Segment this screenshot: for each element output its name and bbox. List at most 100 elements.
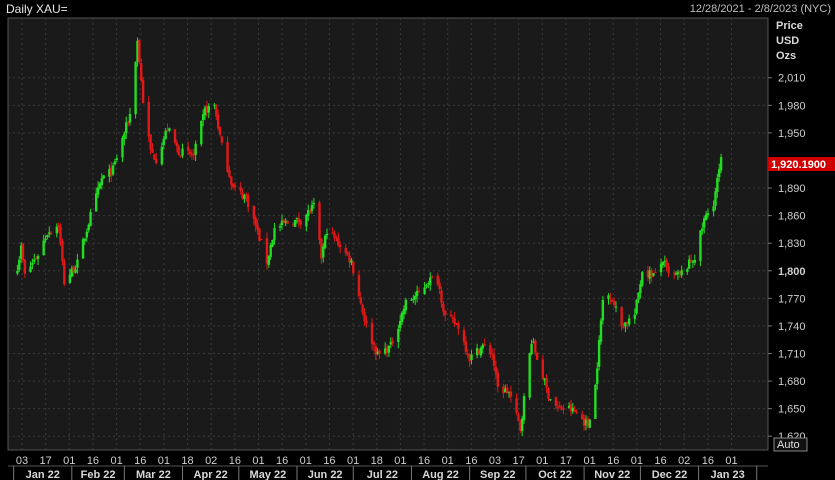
last-price-value: 1,920.1900	[771, 159, 826, 171]
candle-body	[661, 261, 665, 266]
candle-body	[333, 233, 336, 238]
candle-body	[534, 340, 537, 353]
candle-body	[164, 130, 167, 140]
candle-body	[286, 220, 289, 224]
y-tick-label: 1,710	[778, 348, 806, 360]
candle-body	[102, 175, 105, 179]
x-day-label: 01	[158, 455, 170, 467]
candle-body	[23, 259, 27, 274]
y-tick-label: 1,890	[778, 183, 806, 195]
candle-body	[562, 408, 565, 410]
candle-body	[496, 372, 499, 387]
candle-body	[181, 148, 184, 156]
x-day-label: 17	[513, 455, 525, 467]
auto-scale-button[interactable]: Auto	[773, 437, 808, 452]
candle-body	[61, 240, 64, 262]
candle-body	[100, 178, 104, 185]
candle-body	[21, 244, 25, 261]
candle-body	[494, 366, 498, 373]
candle-body	[654, 271, 657, 273]
candle-body	[175, 142, 179, 147]
candle-body	[151, 148, 154, 153]
x-month-label: Oct 22	[538, 469, 572, 480]
x-month-label: Aug 22	[422, 469, 459, 480]
y-tick-label: 2,010	[778, 73, 806, 85]
candle-body	[363, 312, 366, 322]
candle-body	[545, 377, 548, 388]
candle-body	[228, 170, 231, 177]
x-month-label: Sep 22	[480, 469, 515, 480]
x-month-label: Jan 22	[26, 469, 60, 480]
candle-body	[216, 114, 220, 129]
price-chart[interactable]: 1,6201,6501,6801,7101,7401,7701,8001,830…	[0, 0, 835, 480]
x-day-label: 03	[16, 455, 28, 467]
candle-body	[359, 297, 362, 304]
candle-body	[310, 204, 314, 211]
candle-body	[186, 146, 190, 151]
candle-body	[530, 343, 533, 355]
x-day-label: 01	[631, 455, 643, 467]
candle-body	[220, 136, 224, 143]
candle-body	[18, 259, 21, 270]
auto-button-label: Auto	[777, 439, 800, 451]
axis-unit-label: Ozs	[776, 50, 796, 62]
candle-body	[547, 387, 550, 399]
candle-body	[293, 219, 297, 227]
candle-body	[168, 128, 171, 131]
candle-body	[490, 353, 494, 355]
candle-body	[155, 159, 158, 164]
candle-body	[440, 290, 443, 303]
y-tick-label: 1,650	[778, 404, 806, 416]
candle-body	[716, 178, 719, 193]
candle-body	[365, 321, 368, 324]
candle-body	[627, 318, 631, 325]
x-day-label: 01	[583, 455, 595, 467]
candle-body	[470, 354, 473, 361]
x-month-label: Dec 22	[652, 469, 687, 480]
candle-body	[370, 322, 374, 345]
candle-body	[278, 226, 282, 228]
x-day-label: 01	[725, 455, 737, 467]
candle-body	[344, 247, 347, 253]
candle-body	[704, 214, 708, 221]
candle-body	[404, 299, 408, 311]
candle-body	[230, 176, 233, 185]
x-day-label: 03	[489, 455, 501, 467]
candle-body	[522, 396, 526, 421]
candle-body	[49, 232, 53, 234]
candle-body	[218, 127, 222, 135]
candle-body	[573, 409, 576, 412]
candle-body	[357, 274, 361, 296]
candle-body	[706, 213, 710, 215]
candle-body	[554, 397, 558, 406]
candle-body	[612, 301, 616, 305]
y-axis: 1,6201,6501,6801,7101,7401,7701,8001,830…	[768, 73, 806, 443]
candle-body	[179, 155, 182, 157]
x-day-label: 16	[87, 455, 99, 467]
candle-body	[701, 228, 704, 231]
x-day-label: 16	[418, 455, 430, 467]
candle-body	[177, 146, 180, 156]
y-tick-label: 1,830	[778, 238, 806, 250]
x-month-label: Jul 22	[367, 469, 398, 480]
candle-body	[74, 269, 77, 273]
candle-body	[457, 322, 460, 329]
x-month-label: Jun 22	[308, 469, 343, 480]
candle-body	[680, 270, 683, 276]
candle-body	[620, 307, 623, 327]
candle-body	[596, 368, 599, 385]
x-day-label: 16	[276, 455, 288, 467]
candle-body	[254, 217, 257, 227]
candle-body	[528, 353, 531, 398]
candle-body	[712, 206, 715, 212]
candle-body	[442, 303, 445, 312]
candle-body	[113, 161, 117, 165]
candle-body	[361, 304, 364, 313]
x-day-label: 16	[607, 455, 619, 467]
candle-body	[267, 255, 271, 265]
candle-body	[425, 285, 428, 287]
x-day-label: 01	[536, 455, 548, 467]
axis-currency-label: USD	[776, 35, 799, 47]
candle-body	[147, 101, 150, 137]
candle-body	[44, 238, 47, 241]
